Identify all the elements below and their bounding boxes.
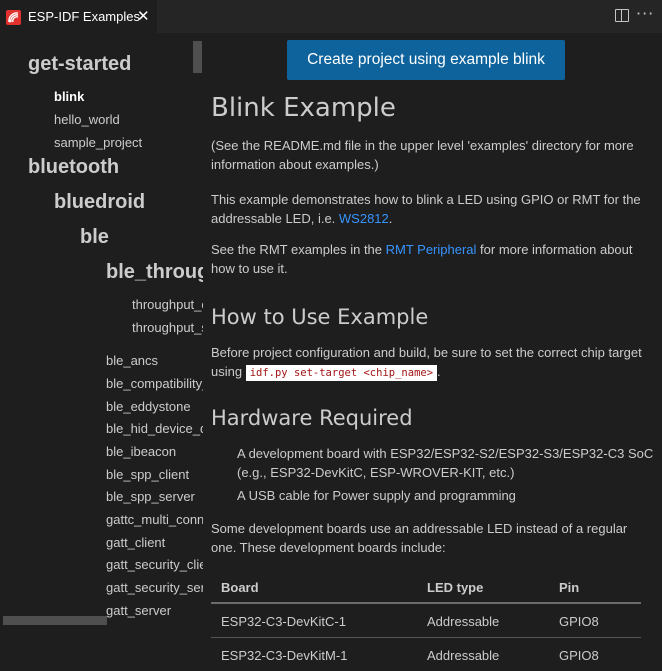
create-project-button[interactable]: Create project using example blink bbox=[287, 40, 565, 80]
tree-item-hello-world[interactable]: hello_world bbox=[54, 112, 120, 127]
tab-title: ESP-IDF Examples bbox=[28, 9, 140, 24]
table-cell-pin: GPIO8 bbox=[559, 648, 599, 663]
tree-item-throughput-client[interactable]: throughput_client bbox=[132, 297, 203, 312]
rmt-peripheral-link[interactable]: RMT Peripheral bbox=[386, 242, 477, 257]
more-actions-icon[interactable]: ··· bbox=[636, 4, 654, 23]
table-header-board: Board bbox=[221, 580, 259, 595]
list-item: A USB cable for Power supply and program… bbox=[237, 488, 516, 503]
table-cell-led-type: Addressable bbox=[427, 648, 500, 663]
tree-item-bluetooth[interactable]: bluetooth bbox=[28, 156, 119, 179]
readme-content: Create project using example blink Blink… bbox=[203, 33, 662, 671]
table-cell-board: ESP32-C3-DevKitM-1 bbox=[221, 648, 348, 663]
description-end: . bbox=[388, 211, 393, 226]
tree-item-ble-hid-device[interactable]: ble_hid_device_demo bbox=[106, 421, 203, 436]
tree-item-get-started[interactable]: get-started bbox=[28, 53, 131, 76]
list-item: A development board with ESP32/ESP32-S2/… bbox=[237, 446, 654, 480]
usage-paragraph: Before project configuration and build, … bbox=[211, 343, 651, 383]
tree-item-ble-eddystone[interactable]: ble_eddystone bbox=[106, 399, 191, 414]
tree-item-ble-spp-client[interactable]: ble_spp_client bbox=[106, 467, 189, 482]
set-target-code: idf.py set-target <chip_name> bbox=[245, 365, 438, 381]
sidebar-vertical-scrollbar[interactable] bbox=[193, 41, 202, 73]
tree-item-ble[interactable]: ble bbox=[80, 226, 109, 249]
description-text: This example demonstrates how to blink a… bbox=[211, 192, 641, 226]
section-how-to-use: How to Use Example bbox=[211, 305, 429, 329]
intro-paragraph: (See the README.md file in the upper lev… bbox=[211, 138, 634, 172]
tree-item-gatt-server[interactable]: gatt_server bbox=[106, 603, 171, 618]
tree-item-gatt-security-server[interactable]: gatt_security_server bbox=[106, 580, 203, 595]
rmt-text: See the RMT examples in the bbox=[211, 242, 386, 257]
section-hardware-required: Hardware Required bbox=[211, 406, 413, 430]
tree-item-bluedroid[interactable]: bluedroid bbox=[54, 191, 145, 214]
boards-paragraph: Some development boards use an addressab… bbox=[211, 521, 628, 555]
table-header-led-type: LED type bbox=[427, 580, 484, 595]
sidebar-horizontal-scrollbar[interactable] bbox=[3, 616, 107, 625]
tree-item-ble-ibeacon[interactable]: ble_ibeacon bbox=[106, 444, 176, 459]
tree-item-gatt-client[interactable]: gatt_client bbox=[106, 535, 165, 550]
close-icon[interactable]: ✕ bbox=[137, 8, 150, 24]
table-header-pin: Pin bbox=[559, 580, 580, 595]
table-header-row: Board LED type Pin bbox=[211, 570, 641, 604]
rmt-paragraph: See the RMT examples in the RMT Peripher… bbox=[211, 240, 651, 278]
tab-esp-idf-examples[interactable]: ESP-IDF Examples ✕ bbox=[0, 0, 157, 33]
ws2812-link[interactable]: WS2812 bbox=[339, 211, 389, 226]
table-cell-led-type: Addressable bbox=[427, 614, 500, 629]
page-title: Blink Example bbox=[211, 93, 396, 123]
tree-item-ble-ancs[interactable]: ble_ancs bbox=[106, 353, 158, 368]
split-editor-icon[interactable] bbox=[615, 9, 629, 22]
description-paragraph: This example demonstrates how to blink a… bbox=[211, 190, 651, 228]
tree-item-blink[interactable]: blink bbox=[54, 89, 84, 104]
tree-item-ble-spp-server[interactable]: ble_spp_server bbox=[106, 489, 195, 504]
table-cell-pin: GPIO8 bbox=[559, 614, 599, 629]
tree-item-ble-compatibility[interactable]: ble_compatibility_test bbox=[106, 376, 203, 391]
editor-tab-bar: ESP-IDF Examples ✕ ··· bbox=[0, 0, 662, 33]
esp-idf-logo-icon bbox=[6, 10, 21, 25]
examples-tree: get-started blink hello_world sample_pro… bbox=[0, 33, 203, 671]
tree-item-gattc-multi-connect[interactable]: gattc_multi_connect bbox=[106, 512, 203, 527]
tree-item-throughput-server[interactable]: throughput_server bbox=[132, 320, 203, 335]
tree-item-sample-project[interactable]: sample_project bbox=[54, 135, 142, 150]
tree-item-ble-throughput[interactable]: ble_throughput bbox=[106, 261, 203, 284]
table-cell-board: ESP32-C3-DevKitC-1 bbox=[221, 614, 346, 629]
table-row: ESP32-C3-DevKitM-1 Addressable GPIO8 bbox=[211, 638, 641, 671]
table-row: ESP32-C3-DevKitC-1 Addressable GPIO8 bbox=[211, 604, 641, 638]
tree-item-gatt-security-client[interactable]: gatt_security_client bbox=[106, 557, 203, 572]
usage-end: . bbox=[437, 364, 441, 379]
